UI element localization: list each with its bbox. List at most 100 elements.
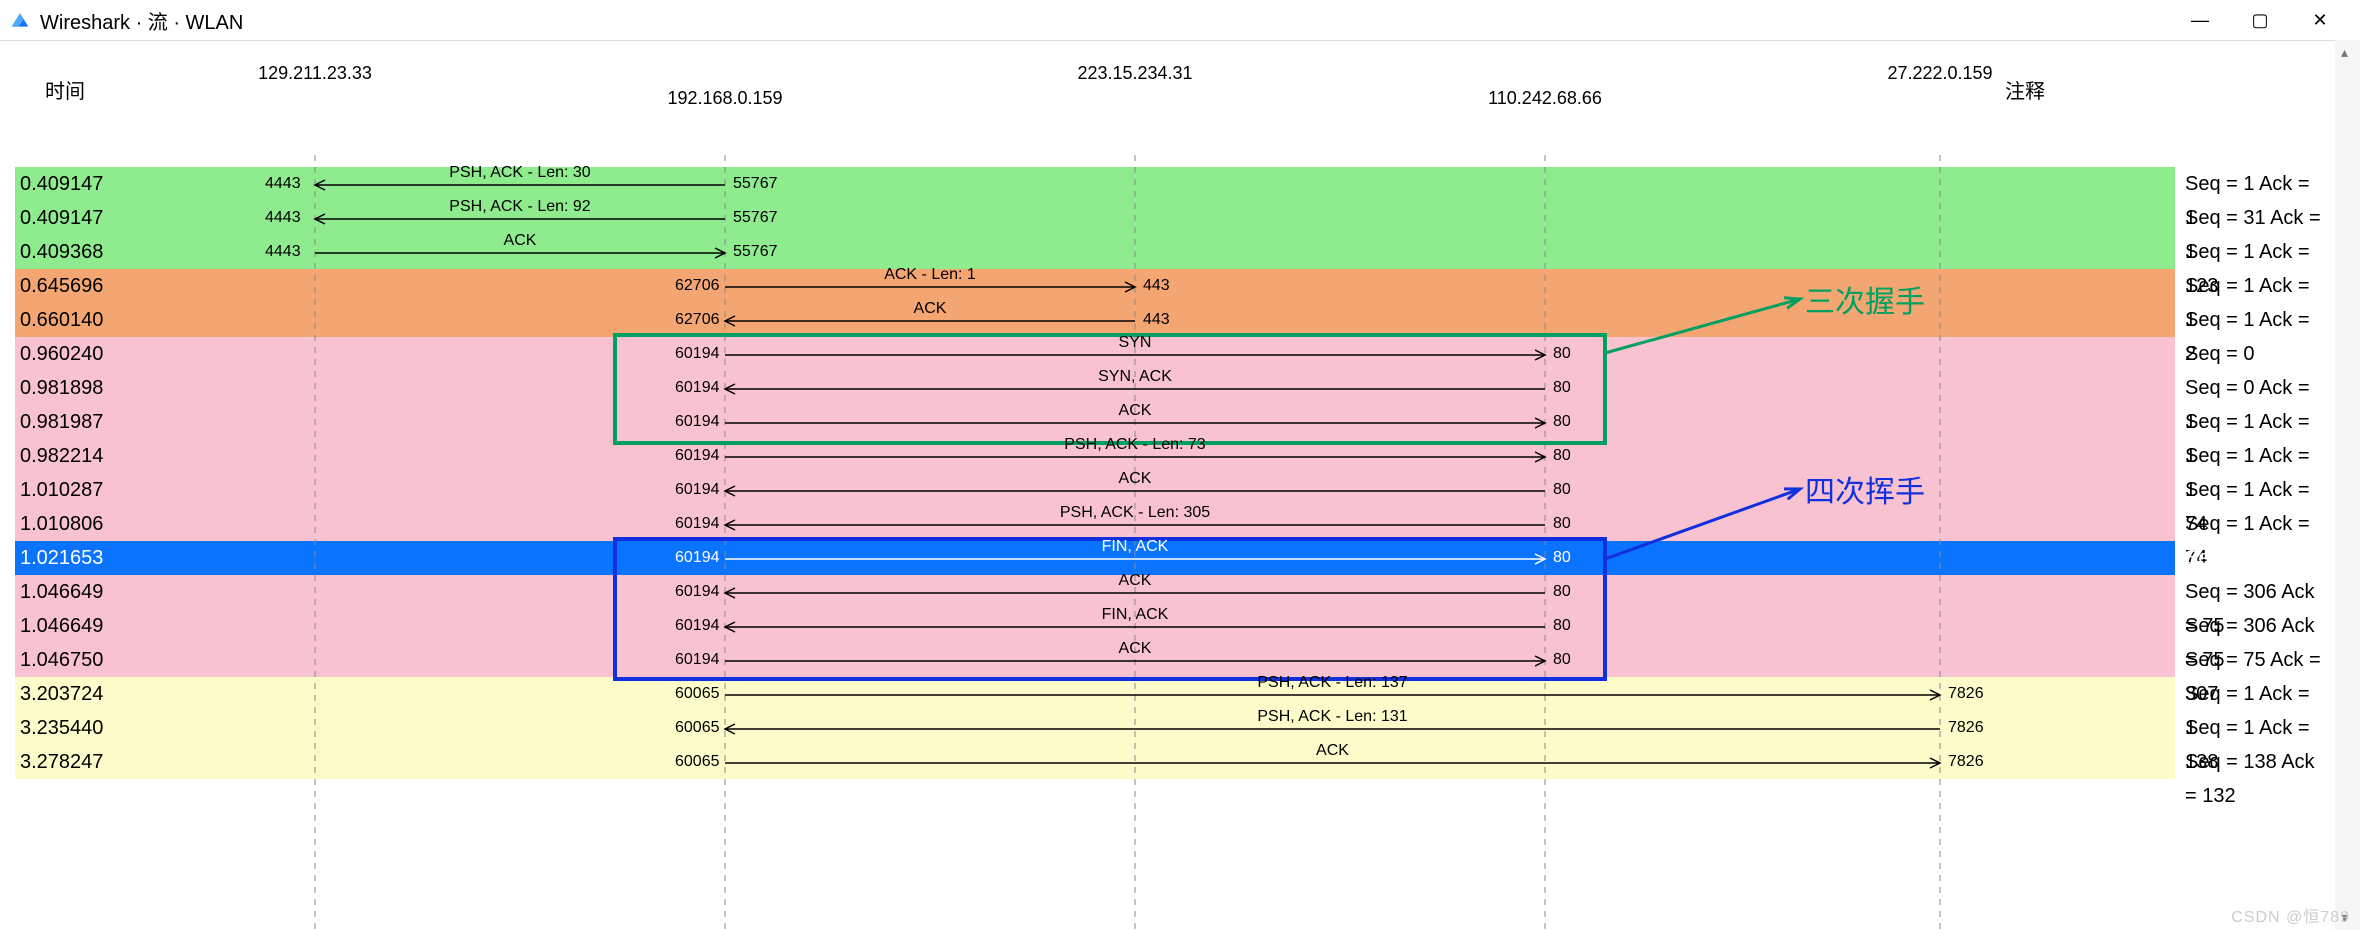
row-left-port: 60065 (675, 677, 720, 711)
row-time: 0.960240 (20, 337, 103, 371)
row-info: ACK (1316, 743, 1349, 759)
row-right-port: 55767 (733, 167, 778, 201)
row-right-port: 80 (1553, 405, 1571, 439)
row-info: PSH, ACK - Len: 305 (1060, 505, 1210, 521)
flow-row[interactable]: 0.981898Seq = 0 Ack = 16019480SYN, ACK (15, 371, 2330, 405)
flow-row[interactable]: 0.960240Seq = 06019480SYN (15, 337, 2330, 371)
annotation-wave: 四次挥手 (1805, 467, 1925, 511)
row-comment: Seq = 0 (2185, 337, 2325, 371)
row-left-port: 60194 (675, 473, 720, 507)
row-arrow (725, 589, 1545, 601)
row-time: 0.409147 (20, 167, 103, 201)
node-label-3: 110.242.68.66 (1488, 88, 1602, 109)
row-info: ACK (914, 301, 947, 317)
row-info: ACK (1119, 471, 1152, 487)
row-time: 1.010806 (20, 507, 103, 541)
flow-row[interactable]: 3.235440Seq = 1 Ack = 138600657826PSH, A… (15, 711, 2330, 745)
flow-row[interactable]: 3.278247Seq = 138 Ack = 132600657826ACK (15, 745, 2330, 779)
row-info: PSH, ACK - Len: 92 (449, 199, 590, 215)
row-time: 3.278247 (20, 745, 103, 779)
row-info: PSH, ACK - Len: 137 (1257, 675, 1407, 691)
row-right-port: 443 (1143, 303, 1170, 337)
row-left-port: 60065 (675, 711, 720, 745)
row-left-port: 60194 (675, 371, 720, 405)
node-label-4: 27.222.0.159 (1887, 63, 1992, 84)
row-time: 0.409368 (20, 235, 103, 269)
window-title: Wireshark · 流 · WLAN (40, 6, 243, 35)
row-left-port: 62706 (675, 269, 720, 303)
row-left-port: 4443 (265, 235, 301, 269)
row-left-port: 60194 (675, 507, 720, 541)
flow-row[interactable]: 0.660140Seq = 1 Ack = 262706443ACK (15, 303, 2330, 337)
row-right-port: 80 (1553, 473, 1571, 507)
row-arrow (725, 623, 1545, 635)
row-arrow (725, 487, 1545, 499)
row-arrow (725, 453, 1545, 465)
row-left-port: 62706 (675, 303, 720, 337)
row-info: FIN, ACK (1102, 607, 1169, 623)
row-left-port: 60194 (675, 337, 720, 371)
row-arrow (725, 691, 1940, 703)
flow-graph: 时间 注释 129.211.23.33192.168.0.159223.15.2… (0, 41, 2360, 930)
row-time: 0.409147 (20, 201, 103, 235)
row-arrow (725, 725, 1940, 737)
title-bar: Wireshark · 流 · WLAN — ▢ ✕ (0, 0, 2360, 41)
time-column-header: 时间 (45, 75, 85, 104)
row-arrow (725, 317, 1135, 329)
flow-row[interactable]: 1.046649Seq = 306 Ack = 756019480ACK (15, 575, 2330, 609)
row-time: 0.660140 (20, 303, 103, 337)
flow-rows: 0.409147Seq = 1 Ack = 1444355767PSH, ACK… (15, 167, 2330, 779)
row-arrow (725, 759, 1940, 771)
minimize-button[interactable]: — (2170, 0, 2230, 40)
flow-row[interactable]: 0.409147Seq = 31 Ack = 1444355767PSH, AC… (15, 201, 2330, 235)
row-time: 3.203724 (20, 677, 103, 711)
row-info: PSH, ACK - Len: 131 (1257, 709, 1407, 725)
flow-row[interactable]: 1.046750Seq = 75 Ack = 3076019480ACK (15, 643, 2330, 677)
row-info: FIN, ACK (1102, 539, 1169, 555)
row-right-port: 443 (1143, 269, 1170, 303)
flow-row[interactable]: 0.409147Seq = 1 Ack = 1444355767PSH, ACK… (15, 167, 2330, 201)
row-right-port: 55767 (733, 201, 778, 235)
flow-row[interactable]: 1.010806Seq = 1 Ack = 746019480PSH, ACK … (15, 507, 2330, 541)
watermark: CSDN @恒789 (2231, 903, 2350, 927)
row-arrow (725, 657, 1545, 669)
row-right-port: 55767 (733, 235, 778, 269)
row-left-port: 4443 (265, 201, 301, 235)
flow-row[interactable]: 0.645696Seq = 1 Ack = 162706443ACK - Len… (15, 269, 2330, 303)
row-arrow (315, 215, 725, 227)
row-left-port: 60194 (675, 643, 720, 677)
close-button[interactable]: ✕ (2290, 0, 2350, 40)
row-time: 0.982214 (20, 439, 103, 473)
row-arrow (725, 385, 1545, 397)
row-left-port: 60194 (675, 541, 720, 575)
row-time: 1.021653 (20, 541, 103, 575)
row-arrow (725, 283, 1135, 295)
flow-row[interactable]: 0.982214Seq = 1 Ack = 16019480PSH, ACK -… (15, 439, 2330, 473)
row-time: 0.981898 (20, 371, 103, 405)
flow-row[interactable]: 0.409368Seq = 1 Ack = 123444355767ACK (15, 235, 2330, 269)
flow-row[interactable]: 1.010287Seq = 1 Ack = 746019480ACK (15, 473, 2330, 507)
maximize-button[interactable]: ▢ (2230, 0, 2290, 40)
comment-column-header: 注释 (2005, 75, 2045, 104)
row-right-port: 7826 (1948, 711, 1984, 745)
row-right-port: 80 (1553, 541, 1571, 575)
row-left-port: 4443 (265, 167, 301, 201)
flow-row[interactable]: 1.021653Seq = 74 Ack = 3066019480FIN, AC… (15, 541, 2330, 575)
node-label-1: 192.168.0.159 (667, 88, 782, 109)
row-arrow (315, 249, 725, 261)
row-arrow (725, 521, 1545, 533)
flow-row[interactable]: 0.981987Seq = 1 Ack = 16019480ACK (15, 405, 2330, 439)
row-time: 1.046649 (20, 575, 103, 609)
row-right-port: 80 (1553, 337, 1571, 371)
flow-row[interactable]: 1.046649Seq = 306 Ack = 756019480FIN, AC… (15, 609, 2330, 643)
row-time: 1.046750 (20, 643, 103, 677)
row-time: 1.046649 (20, 609, 103, 643)
row-info: ACK - Len: 1 (884, 267, 976, 283)
node-label-0: 129.211.23.33 (258, 63, 372, 84)
row-comment: Seq = 138 Ack = 132 (2185, 745, 2325, 813)
row-right-port: 80 (1553, 507, 1571, 541)
row-right-port: 80 (1553, 575, 1571, 609)
flow-row[interactable]: 3.203724Seq = 1 Ack = 1600657826PSH, ACK… (15, 677, 2330, 711)
row-arrow (725, 351, 1545, 363)
row-info: ACK (504, 233, 537, 249)
